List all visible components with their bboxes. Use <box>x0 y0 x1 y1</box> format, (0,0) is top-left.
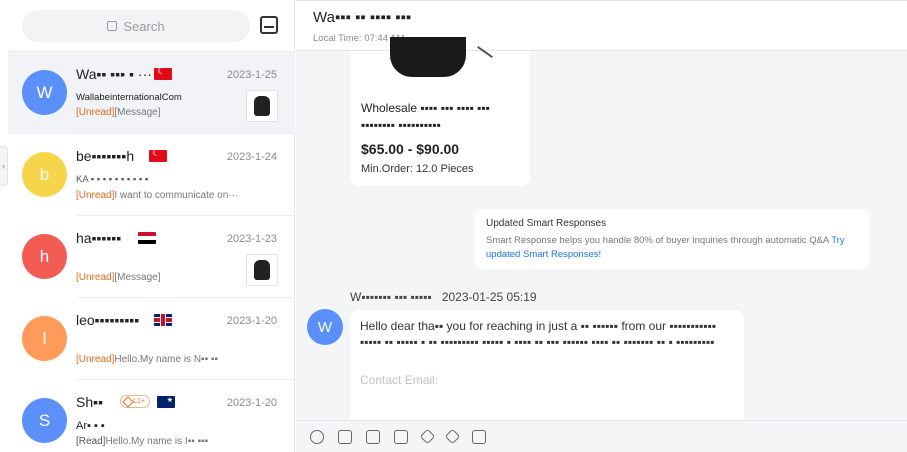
company-name: KA ▪ ▪ ▪ ▪ ▪ ▪ ▪ ▪ ▪ ▪ <box>76 174 149 185</box>
sender-name: W▪▪▪▪▪▪▪ ▪▪▪ ▪▪▪▪▪ <box>350 290 432 304</box>
vip-badge: L1+ <box>120 395 150 408</box>
message-text: Hello dear tha▪▪ you for reaching in jus… <box>360 319 717 349</box>
product-image <box>370 37 493 81</box>
avatar: l <box>22 316 67 361</box>
conversation-date: 2023-1-20 <box>226 315 277 327</box>
conversation-item[interactable]: W Wa▪▪ ▪▪▪ ▪ ··· 2023-1-25 Wallabeintern… <box>8 52 295 134</box>
conversation-item[interactable]: l leo▪▪▪▪▪▪▪▪▪ 2023-1-20 [Unread]Hello.M… <box>8 298 295 380</box>
image-icon[interactable] <box>338 429 352 444</box>
conversation-panel: Search W Wa▪▪ ▪▪▪ ▪ ··· 2023-1-25 Wallab… <box>8 0 295 452</box>
product-card[interactable]: Wholesale ▪▪▪▪ ▪▪▪ ▪▪▪▪ ▪▪▪ ▪▪▪▪▪▪▪▪ ▪▪▪… <box>350 37 530 186</box>
conversation-item[interactable]: h ha▪▪▪▪▪▪ 2023-1-23 [Unread][Message] <box>8 216 295 298</box>
australia-flag-icon <box>157 396 175 408</box>
avatar: b <box>22 152 67 197</box>
composer-toolbar <box>296 420 907 452</box>
message-meta: W▪▪▪▪▪▪▪ ▪▪▪ ▪▪▪▪▪ 2023-01-25 05:19 <box>350 290 537 304</box>
message-preview: [Unread]Hello.My name is N▪▪ ▪▪ <box>76 354 219 365</box>
message-time: 2023-01-25 05:19 <box>441 290 537 304</box>
conversation-date: 2023-1-25 <box>226 69 277 81</box>
avatar: W <box>22 70 67 115</box>
smart-response-title: Updated Smart Responses <box>486 218 607 229</box>
compose-icon[interactable] <box>260 16 278 34</box>
contact-name: ha▪▪▪▪▪▪ <box>76 230 122 246</box>
product-name: Wholesale ▪▪▪▪ ▪▪▪ ▪▪▪▪ ▪▪▪ ▪▪▪▪▪▪▪▪ ▪▪▪… <box>361 101 490 132</box>
turkey-flag-icon <box>149 148 167 162</box>
minimum-order: Min.Order: 12.0 Pieces <box>361 163 474 175</box>
avatar: S <box>22 398 67 443</box>
avatar: W <box>307 309 343 345</box>
chat-title: Wa▪▪▪ ▪▪ ▪▪▪▪ ▪▪▪ <box>313 9 412 26</box>
product-thumbnail <box>246 90 278 122</box>
message-preview: [Unread][Message] <box>76 272 161 283</box>
product-thumbnail <box>246 254 278 286</box>
contact-name: be▪▪▪▪▪▪▪h <box>76 148 135 164</box>
contact-name: Sh▪▪ <box>76 394 104 410</box>
chat-header: Wa▪▪▪ ▪▪ ▪▪▪▪ ▪▪▪ Local Time: 07:44 AM <box>296 0 907 51</box>
conversation-item[interactable]: b be▪▪▪▪▪▪▪h 2023-1-24 KA ▪ ▪ ▪ ▪ ▪ ▪ ▪ … <box>8 134 295 216</box>
smart-response-body: Smart Response helps you handle 80% of b… <box>486 235 845 260</box>
conversation-date: 2023-1-24 <box>226 151 277 163</box>
egypt-flag-icon <box>138 232 156 244</box>
quote-icon[interactable] <box>472 429 486 444</box>
smart-response-notice: Updated Smart Responses Smart Response h… <box>475 209 869 269</box>
avatar: h <box>22 234 67 279</box>
contact-name: Wa▪▪ ▪▪▪ ▪ ··· <box>76 66 152 82</box>
conversation-date: 2023-1-20 <box>226 397 277 409</box>
message-footer: Contact Email: <box>360 373 439 387</box>
folder-icon[interactable] <box>366 429 380 444</box>
product-price: $65.00 - $90.00 <box>361 141 460 157</box>
search-input[interactable]: Search <box>22 10 250 42</box>
messenger-app: › Search W Wa▪▪ ▪▪▪ ▪ ··· 2023-1-25 Wall… <box>0 0 907 452</box>
chat-panel: Wa▪▪▪ ▪▪ ▪▪▪▪ ▪▪▪ Local Time: 07:44 AM W… <box>296 0 907 452</box>
search-icon <box>107 21 118 31</box>
company-name: WallabeinternationalCom <box>76 92 182 103</box>
company-name: Ar▪ ▪ ▪ <box>76 420 105 432</box>
conversation-item[interactable]: S Sh▪▪ L1+ 2023-1-20 Ar▪ ▪ ▪ [Read]Hello… <box>8 380 295 452</box>
emoji-icon[interactable] <box>310 429 324 444</box>
search-placeholder: Search <box>123 18 165 34</box>
turkey-flag-icon <box>154 66 172 80</box>
product-icon[interactable] <box>419 428 436 445</box>
collapse-panel-toggle[interactable]: › <box>0 146 8 186</box>
uk-flag-icon <box>154 314 172 326</box>
contact-name: leo▪▪▪▪▪▪▪▪▪ <box>76 312 140 328</box>
copy-icon[interactable] <box>394 429 408 444</box>
message-preview: [Unread][Message] <box>76 107 161 118</box>
message-preview: [Unread]I want to communicate on··· <box>76 190 239 201</box>
catalog-icon[interactable] <box>444 428 461 445</box>
message-preview: [Read]Hello.My name is I▪▪ ▪▪▪ <box>76 436 209 447</box>
conversation-date: 2023-1-23 <box>226 233 277 245</box>
message-bubble: Hello dear tha▪▪ you for reaching in jus… <box>350 310 744 420</box>
